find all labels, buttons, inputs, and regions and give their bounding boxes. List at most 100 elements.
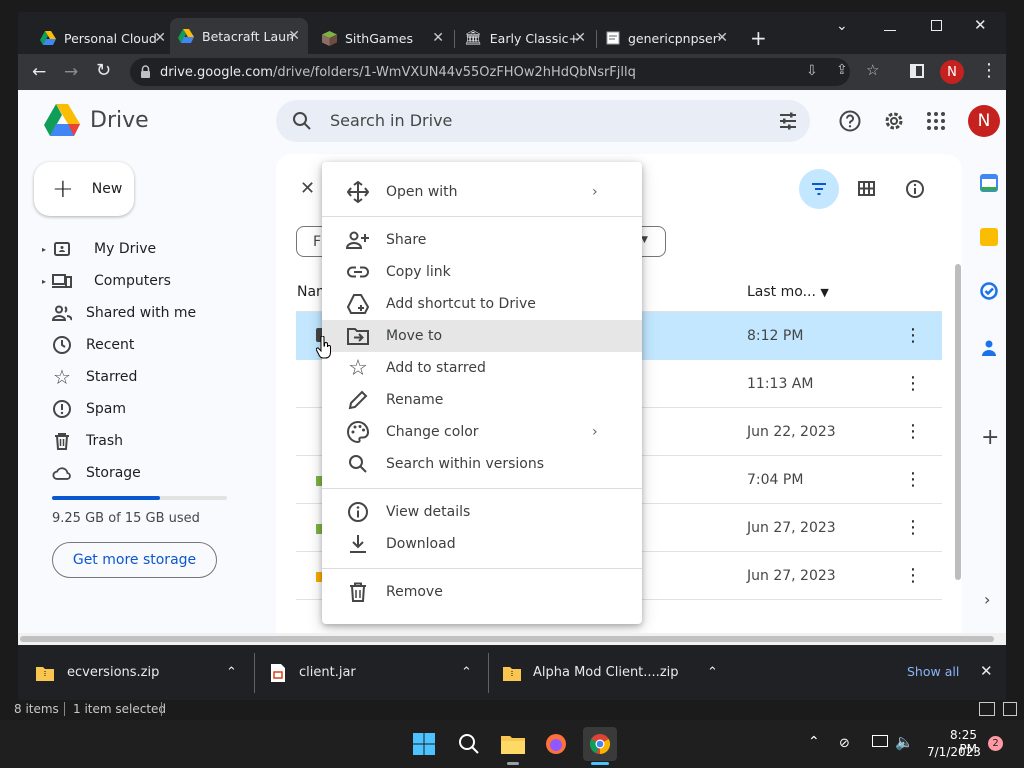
apps-grid-icon[interactable] (927, 112, 945, 130)
show-all-downloads-link[interactable]: Show all (907, 664, 959, 679)
menu-item-search-within-versions[interactable]: Search within versions (322, 448, 642, 480)
tab-sithgames[interactable]: SithGames ✕ (314, 22, 452, 54)
drive-logo-icon[interactable] (44, 104, 80, 136)
expand-side-panel-icon[interactable]: › (984, 590, 990, 609)
more-actions-icon[interactable]: ⋮ (904, 566, 922, 585)
nav-recent[interactable]: Recent (52, 330, 252, 360)
menu-item-download[interactable]: Download (322, 528, 642, 560)
close-selection-icon[interactable]: ✕ (300, 178, 315, 199)
volume-icon[interactable]: 🔈 (895, 733, 914, 751)
address-bar[interactable]: drive.google.com/drive/folders/1-WmVXUN4… (130, 58, 879, 86)
search-icon[interactable] (292, 111, 312, 131)
menu-item-share[interactable]: Share (322, 224, 642, 256)
close-tab-icon[interactable]: ✕ (574, 22, 586, 54)
close-tab-icon[interactable]: ✕ (288, 18, 300, 54)
install-app-icon[interactable]: ⇩ (806, 63, 818, 79)
close-tab-icon[interactable]: ✕ (432, 22, 444, 54)
more-actions-icon[interactable]: ⋮ (904, 518, 922, 537)
horizontal-scrollbar[interactable] (18, 633, 1006, 645)
more-actions-icon[interactable]: ⋮ (904, 470, 922, 489)
nav-computers[interactable]: ▸ Computers (42, 266, 244, 296)
tab-search-chevron-icon[interactable]: ⌄ (836, 18, 848, 34)
search-bar[interactable]: Search in Drive (276, 100, 810, 142)
nav-starred[interactable]: ☆ Starred (52, 362, 252, 392)
close-tab-icon[interactable]: ✕ (154, 22, 166, 54)
expand-arrow-icon[interactable]: ▸ (42, 245, 46, 254)
download-item[interactable]: Alpha Mod Client....zip ⌃ (503, 645, 718, 700)
keep-icon[interactable] (980, 228, 998, 246)
display-icon[interactable] (872, 735, 888, 747)
close-tab-icon[interactable]: ✕ (716, 22, 728, 54)
show-hidden-icons-chevron[interactable]: ⌃ (808, 734, 820, 750)
firefox-icon[interactable] (545, 733, 567, 755)
chevron-up-icon[interactable]: ⌃ (707, 665, 718, 680)
nav-spam[interactable]: Spam (52, 394, 252, 424)
details-info-icon[interactable] (905, 179, 925, 199)
windows-start-icon[interactable] (413, 733, 435, 755)
network-disconnected-icon[interactable]: ⊘ (839, 736, 850, 751)
nav-storage[interactable]: Storage (52, 458, 252, 488)
contacts-icon[interactable] (982, 340, 996, 356)
settings-gear-icon[interactable] (882, 109, 906, 133)
grid-view-icon[interactable] (858, 181, 875, 196)
chevron-up-icon[interactable]: ⌃ (226, 665, 237, 680)
tiles-view-icon[interactable] (1003, 702, 1017, 716)
menu-item-move-to[interactable]: Move to (322, 320, 642, 352)
new-tab-button[interactable]: + (750, 26, 767, 50)
column-modified-header[interactable]: Last mo... ▼ (747, 284, 829, 300)
new-button[interactable]: + New (34, 162, 134, 216)
menu-item-change-color[interactable]: Change color › (322, 416, 642, 448)
more-actions-icon[interactable]: ⋮ (904, 374, 922, 393)
help-icon[interactable] (839, 110, 861, 132)
back-button[interactable]: ← (32, 62, 46, 82)
menu-item-add-shortcut[interactable]: Add shortcut to Drive (322, 288, 642, 320)
details-view-icon[interactable] (979, 702, 995, 716)
search-input[interactable]: Search in Drive (330, 111, 452, 130)
file-explorer-icon[interactable] (501, 734, 525, 754)
calendar-icon[interactable] (980, 174, 998, 192)
more-actions-icon[interactable]: ⋮ (904, 422, 922, 441)
bookmark-star-icon[interactable]: ☆ (866, 61, 879, 79)
content-scrollbar[interactable] (955, 264, 961, 580)
forward-button[interactable]: → (64, 62, 78, 82)
maximize-button[interactable] (931, 20, 942, 31)
sort-down-icon[interactable]: ▼ (820, 286, 828, 299)
close-downloads-bar-icon[interactable]: ✕ (980, 662, 993, 680)
menu-item-remove[interactable]: Remove (322, 576, 642, 608)
menu-item-copy-link[interactable]: Copy link (322, 256, 642, 288)
tab-personal-cloud[interactable]: Personal Cloud ✕ (32, 22, 174, 54)
close-window-button[interactable]: ✕ (974, 16, 987, 34)
side-panel-icon[interactable] (910, 64, 924, 78)
expand-arrow-icon[interactable]: ▸ (42, 277, 46, 286)
account-avatar[interactable]: N (968, 105, 1000, 137)
chevron-up-icon[interactable]: ⌃ (461, 665, 472, 680)
search-options-icon[interactable] (778, 111, 798, 131)
nav-my-drive[interactable]: ▸ My Drive (42, 234, 244, 264)
nav-shared-with-me[interactable]: Shared with me (52, 298, 252, 328)
add-addon-icon[interactable]: + (981, 425, 999, 450)
share-page-icon[interactable]: ⇪ (836, 62, 848, 78)
menu-item-open-with[interactable]: Open with › (322, 176, 642, 208)
menu-item-rename[interactable]: Rename (322, 384, 642, 416)
notification-badge[interactable]: 2 (988, 736, 1003, 751)
menu-item-add-to-starred[interactable]: ☆ Add to starred (322, 352, 642, 384)
profile-avatar[interactable]: N (940, 60, 964, 84)
minimize-button[interactable] (884, 30, 896, 31)
chrome-icon[interactable] (589, 733, 611, 755)
get-more-storage-button[interactable]: Get more storage (52, 542, 217, 578)
menu-item-view-details[interactable]: View details (322, 496, 642, 528)
taskbar-search-icon[interactable] (458, 733, 480, 755)
filter-list-icon[interactable] (799, 169, 839, 209)
tab-genericpnpserver[interactable]: genericpnpserver ✕ (598, 22, 736, 54)
taskbar-date[interactable]: 7/1/2023 (927, 745, 981, 759)
tasks-icon[interactable] (980, 282, 998, 300)
more-actions-icon[interactable]: ⋮ (904, 327, 922, 345)
nav-trash[interactable]: Trash (52, 426, 252, 456)
horizontal-scrollbar-thumb[interactable] (20, 636, 994, 642)
tab-early-classic[interactable]: 🏛 Early Classic+ ✕ (456, 22, 594, 54)
tab-betacraft-launcher[interactable]: Betacraft Launcher ✕ (170, 18, 308, 54)
download-item[interactable]: client.jar ⌃ (270, 645, 472, 700)
reload-button[interactable]: ↻ (96, 60, 111, 81)
download-item[interactable]: ecversions.zip ⌃ (36, 645, 237, 700)
drive-logo-text[interactable]: Drive (90, 108, 149, 133)
